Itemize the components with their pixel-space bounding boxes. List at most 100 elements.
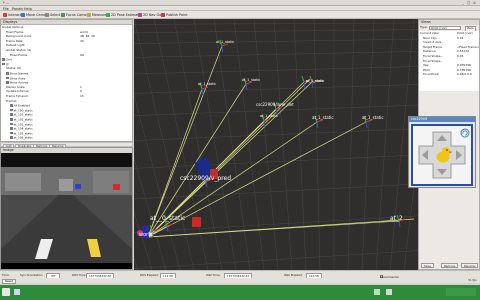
checkbox[interactable] [6,76,9,80]
tool-interact[interactable]: Interact [2,13,21,18]
save-view-button[interactable]: Save [421,263,434,268]
remove-view-button[interactable]: Remove [441,263,459,268]
rviz-3d-view[interactable]: at_1_static at_1_static at_1_static at_1_st… [134,19,418,270]
display-row-label: at_106_static [13,135,33,140]
checkbox[interactable] [10,104,13,107]
menu-file[interactable]: File [3,7,9,11]
tray-icon[interactable] [374,289,380,295]
display-row-label: All Enabled [13,103,30,108]
frame-axis-z [245,83,248,91]
frame-axis-z [316,121,319,129]
view-property-label: Focal Point [423,72,439,77]
frame-axis-z [365,121,368,129]
display-row-label: Fixed Frame [6,29,24,34]
grid-line [253,19,279,270]
measure-icon [87,13,91,17]
checkbox[interactable] [10,131,13,135]
maximize-button[interactable]: □ [467,1,470,5]
checkbox[interactable] [6,72,9,75]
display-row[interactable]: at_106_static [2,136,33,140]
grid-line [134,154,418,169]
display-row-value: 30 [80,38,84,43]
view-property-row[interactable]: Focal Point 0.46;0.0;0 [420,72,472,77]
display-row-label: Global Options [2,25,24,29]
menu-help[interactable]: Help [24,7,32,11]
image-panel: Image [0,147,133,270]
rename-view-button[interactable]: Rename [461,263,479,268]
move-camera-icon [21,13,25,17]
grid-line [313,19,321,270]
checkbox[interactable] [6,81,9,84]
frame-axis-x [316,119,324,123]
view-property-value: 0.05 [457,54,464,58]
reset-button[interactable]: Reset [2,278,16,284]
view-property-value: 0.46;0.0;0 [457,72,472,77]
frame-axis-z [303,81,306,89]
checkbox[interactable] [10,127,13,130]
grid-line [361,19,375,270]
frame-axis-y [301,75,305,83]
tf-frame-label: at_1_static [260,114,279,118]
tf-link-line [147,45,223,238]
teleop-window: csc22909 [408,116,476,188]
checkbox[interactable] [10,136,13,139]
display-row-label: Status: Ok [6,66,22,71]
view-property-label: Yaw [423,63,429,68]
grid-line [273,19,293,270]
minimize-button[interactable]: _ [462,1,464,5]
focus-camera-icon [61,13,65,17]
frame-axis-z [221,45,224,53]
view-type-select[interactable]: Orbit (rviz) [429,26,461,30]
tool-2d-pose-estimate[interactable]: 2D Pose Estimate [105,13,141,18]
display-row-label: Marker Scale [6,84,25,89]
grid-line [134,84,418,94]
taskbar-app-icon[interactable] [14,289,20,295]
display-row-label: Background Color [6,34,32,39]
display-row-label: at_102_static [13,117,33,122]
checkbox[interactable] [10,108,13,112]
view-type-row: Type: Orbit (rviz) Zero [420,25,476,32]
grid-line [134,128,418,141]
refresh-icon[interactable] [460,127,469,136]
tf-frame-label: at_1_static [362,115,384,120]
interact-icon [3,13,7,17]
display-row-label: Frame Rate [6,38,23,43]
teleop-up-button[interactable] [418,126,429,138]
display-row-label: Fixed Frame [10,52,28,57]
tf-link-line [205,78,311,182]
grid-line [134,38,418,44]
grid-line [134,29,418,33]
display-row-label: at_101_static [13,112,33,117]
view-property-label: Distance [423,49,436,54]
nav-goal-icon [138,13,142,17]
display-row-label: Default Light [6,43,25,48]
time-title: Time [2,273,9,277]
grid-line [134,250,418,269]
tray-icon[interactable] [386,289,392,295]
grid-line [134,66,418,75]
grid-line [134,51,418,58]
start-menu-icon[interactable] [2,288,10,296]
scene-canvas[interactable] [134,19,418,270]
display-row-label: at_103_static [13,121,33,126]
display-row-label: Grid [5,57,12,62]
view-property-label: Invert Z Axis [423,40,442,45]
menu-panels[interactable]: Panels [12,7,23,11]
checkbox[interactable] [2,62,5,66]
checkbox[interactable] [10,122,13,126]
tf-frame-label: world [139,232,153,238]
close-button[interactable]: × [473,1,476,5]
checkbox[interactable] [10,118,13,121]
display-row-value: 15 [80,94,84,98]
tf-frame-label: at__0_static [150,215,186,222]
fps-counter: 31 fps [468,277,477,282]
checkbox[interactable] [2,58,5,61]
view-property-label: Focal Shape... [423,54,444,58]
checkbox[interactable] [10,113,13,116]
tool-select[interactable]: Select [44,13,60,18]
sync-label: Synchronization: [20,273,44,277]
tool-publish-point[interactable]: Publish Point [160,13,188,18]
view-property-value: 0.01 [457,35,464,40]
views-header: Views [419,20,479,25]
tool-measure[interactable]: Measure [86,13,106,18]
